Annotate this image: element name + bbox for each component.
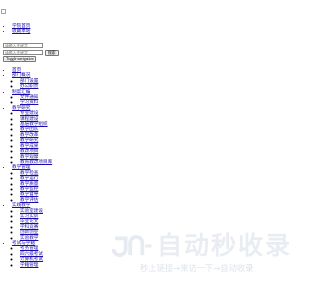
nav-sublink-6-0[interactable]: 考务管理: [20, 245, 38, 250]
nav-sublink-4-1[interactable]: 教学运行: [20, 175, 38, 180]
toggle-navigation-button[interactable]: Toggle navigation: [3, 56, 37, 62]
top-links: 学院首页 收藏本站: [3, 23, 30, 34]
nav-sublink-3-3[interactable]: 教学团队: [20, 126, 38, 131]
nav-section-4: 教学管理教学检查教学运行教学质量教学监控教学督导教学评估: [12, 164, 52, 202]
top-link-favorite: 收藏本站: [12, 28, 30, 33]
nav-sublink-3-7[interactable]: 教改项目: [20, 148, 38, 153]
nav-sublink-1-1[interactable]: 办公职责: [20, 83, 38, 88]
nav-sublink-3-0[interactable]: 专业建设: [20, 110, 38, 115]
nav-subitem: 学籍管理: [20, 262, 52, 267]
nav-submenu-6: 考务管理四六级考试计算机考试学籍管理: [12, 245, 52, 267]
nav-section-1: 部门概况部门设置办公职责: [12, 72, 52, 88]
main-nav: 首页部门概况部门设置办公职责制度汇编文件通知学习资料教学研究专业建设课程建设基层…: [3, 67, 52, 267]
nav-link-5[interactable]: 实践教学: [12, 202, 30, 207]
search-form: 搜索: [3, 43, 59, 56]
nav-submenu-5: 实验室建设实习实训毕业论文学科竞赛创新创业实验教学: [12, 208, 52, 240]
top-link-favorite-link[interactable]: 收藏本站: [12, 28, 30, 33]
watermark-text: 自动秒收录: [156, 231, 292, 260]
nav-sublink-5-4[interactable]: 创新创业: [20, 229, 38, 234]
nav-sublink-4-2[interactable]: 教学质量: [20, 181, 38, 186]
nav-sublink-5-5[interactable]: 实验教学: [20, 235, 38, 240]
nav-link-4[interactable]: 教学管理: [12, 164, 30, 169]
nav-submenu-3: 专业建设课程建设基层教学组织教学团队教学改革教学研究教学成果教改项目教学观摩教育…: [12, 110, 52, 164]
nav-submenu-1: 部门设置办公职责: [12, 78, 52, 89]
nav-sublink-2-1[interactable]: 学习资料: [20, 99, 38, 104]
nav-sublink-4-5[interactable]: 教学评估: [20, 197, 38, 202]
watermark-subtext: 秒上链接→来访一下→自动收录: [140, 263, 254, 273]
nav-section-6: 考试与学籍考务管理四六级考试计算机考试学籍管理: [12, 240, 52, 267]
search-input-2[interactable]: [3, 50, 43, 55]
nav-submenu-4: 教学检查教学运行教学质量教学监控教学督导教学评估: [12, 170, 52, 202]
nav-link-2[interactable]: 制度汇编: [12, 89, 30, 94]
nav-submenu-2: 文件通知学习资料: [12, 94, 52, 105]
broken-image-icon: [1, 9, 6, 14]
watermark-logo-icon: [112, 235, 152, 257]
nav-sublink-3-6[interactable]: 教学成果: [20, 143, 38, 148]
nav-sublink-6-2[interactable]: 计算机考试: [20, 256, 43, 261]
nav-sublink-4-4[interactable]: 教学督导: [20, 191, 38, 196]
search-button[interactable]: 搜索: [45, 50, 59, 56]
nav-link-1[interactable]: 部门概况: [12, 72, 30, 77]
nav-sublink-3-1[interactable]: 课程建设: [20, 116, 38, 121]
nav-sublink-4-0[interactable]: 教学检查: [20, 170, 38, 175]
nav-section-3: 教学研究专业建设课程建设基层教学组织教学团队教学改革教学研究教学成果教改项目教学…: [12, 105, 52, 164]
nav-section-5: 实践教学实验室建设实习实训毕业论文学科竞赛创新创业实验教学: [12, 202, 52, 240]
search-input-1[interactable]: [3, 43, 43, 48]
nav-sublink-5-0[interactable]: 实验室建设: [20, 208, 43, 213]
nav-sublink-5-2[interactable]: 毕业论文: [20, 218, 38, 223]
nav-sublink-3-8[interactable]: 教学观摩: [20, 154, 38, 159]
nav-sublink-6-3[interactable]: 学籍管理: [20, 262, 38, 267]
nav-section-2: 制度汇编文件通知学习资料: [12, 89, 52, 105]
nav-sublink-3-5[interactable]: 教学研究: [20, 137, 38, 142]
watermark: 自动秒收录 秒上链接→来访一下→自动收录: [112, 232, 292, 276]
